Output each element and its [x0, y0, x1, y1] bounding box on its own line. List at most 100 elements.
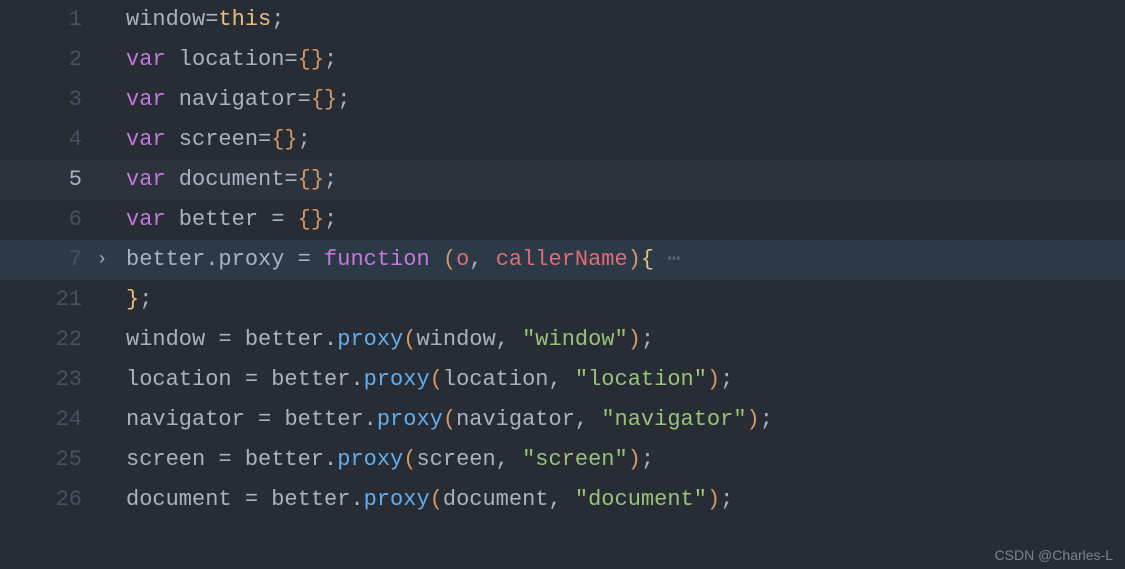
token: window	[126, 327, 218, 352]
token: window	[126, 7, 205, 32]
code-content[interactable]: navigator = better.proxy(navigator, "nav…	[114, 400, 773, 440]
code-content[interactable]: };	[114, 280, 152, 320]
token: (	[443, 407, 456, 432]
code-line[interactable]: 22window = better.proxy(window, "window"…	[0, 320, 1125, 360]
token: ;	[324, 167, 337, 192]
token: var	[126, 167, 166, 192]
code-line[interactable]: 6 var better = {};	[0, 200, 1125, 240]
line-number[interactable]: 25	[0, 440, 90, 480]
code-content[interactable]: window=this;	[114, 0, 284, 40]
line-number[interactable]: 6	[0, 200, 90, 240]
token: .	[350, 367, 363, 392]
token: ;	[298, 127, 311, 152]
token: .	[364, 407, 377, 432]
code-content[interactable]: var location={};	[114, 40, 337, 80]
token: ;	[720, 487, 733, 512]
token: better	[271, 367, 350, 392]
token: =	[205, 7, 218, 32]
token: ⋯	[654, 247, 680, 272]
token: location	[443, 367, 549, 392]
token: proxy	[364, 487, 430, 512]
line-number[interactable]: 26	[0, 480, 90, 520]
token: =	[284, 167, 297, 192]
code-line[interactable]: 3 var navigator={};	[0, 80, 1125, 120]
token: (	[403, 447, 416, 472]
code-content[interactable]: document = better.proxy(document, "docum…	[114, 480, 733, 520]
token: =	[218, 327, 244, 352]
token: =	[258, 407, 284, 432]
token: "screen"	[522, 447, 628, 472]
token: better	[284, 407, 363, 432]
line-number[interactable]: 4	[0, 120, 90, 160]
line-number[interactable]: 5	[0, 160, 90, 200]
token: this	[218, 7, 271, 32]
line-number[interactable]: 2	[0, 40, 90, 80]
token: =	[298, 247, 324, 272]
code-content[interactable]: var navigator={};	[114, 80, 350, 120]
token: ;	[271, 7, 284, 32]
code-content[interactable]: screen = better.proxy(screen, "screen");	[114, 440, 654, 480]
code-content[interactable]: var document={};	[114, 160, 337, 200]
token: {	[641, 247, 654, 272]
token: document	[443, 487, 549, 512]
line-number[interactable]: 3	[0, 80, 90, 120]
token: ;	[641, 327, 654, 352]
token: screen	[166, 127, 258, 152]
code-line[interactable]: 7›better.proxy = function (o, callerName…	[0, 240, 1125, 280]
token: better	[245, 327, 324, 352]
token: =	[245, 487, 271, 512]
line-number[interactable]: 24	[0, 400, 90, 440]
code-line[interactable]: 1 window=this;	[0, 0, 1125, 40]
code-editor[interactable]: 1window=this;2var location={};3var navig…	[0, 0, 1125, 520]
code-line[interactable]: 4 var screen={};	[0, 120, 1125, 160]
line-number[interactable]: 22	[0, 320, 90, 360]
code-content[interactable]: var screen={};	[114, 120, 311, 160]
token: {}	[298, 47, 324, 72]
token: .	[350, 487, 363, 512]
token: .	[324, 327, 337, 352]
token: ;	[760, 407, 773, 432]
line-number[interactable]: 7	[0, 240, 90, 280]
code-line[interactable]: 2 var location={};	[0, 40, 1125, 80]
token: var	[126, 87, 166, 112]
code-content[interactable]: window = better.proxy(window, "window");	[114, 320, 654, 360]
token: proxy	[337, 447, 403, 472]
token: {}	[298, 167, 324, 192]
token: ,	[469, 247, 495, 272]
token: proxy	[364, 367, 430, 392]
token: )	[747, 407, 760, 432]
line-number[interactable]: 23	[0, 360, 90, 400]
token: callerName	[496, 247, 628, 272]
token: {}	[271, 127, 297, 152]
token: (	[403, 327, 416, 352]
token: proxy	[337, 327, 403, 352]
token: "location"	[575, 367, 707, 392]
token: ,	[496, 447, 522, 472]
line-number[interactable]: 1	[0, 0, 90, 40]
token: )	[707, 487, 720, 512]
token: ;	[324, 47, 337, 72]
token: {}	[298, 207, 324, 232]
code-line[interactable]: 21};	[0, 280, 1125, 320]
token: )	[628, 247, 641, 272]
code-line[interactable]: 5 var document={};	[0, 160, 1125, 200]
token: document	[126, 487, 245, 512]
line-number[interactable]: 21	[0, 280, 90, 320]
code-line[interactable]: 23 location = better.proxy(location, "loc…	[0, 360, 1125, 400]
code-line[interactable]: 24 navigator = better.proxy(navigator, "n…	[0, 400, 1125, 440]
code-content[interactable]: location = better.proxy(location, "locat…	[114, 360, 733, 400]
token: ;	[720, 367, 733, 392]
token: navigator	[166, 87, 298, 112]
fold-toggle-icon[interactable]: ›	[90, 240, 114, 280]
token: better	[245, 447, 324, 472]
token: ;	[139, 287, 152, 312]
code-line[interactable]: 25 screen = better.proxy(screen, "screen"…	[0, 440, 1125, 480]
watermark: CSDN @Charles-L	[995, 547, 1113, 563]
token: .	[205, 247, 218, 272]
token: =	[271, 207, 297, 232]
code-line[interactable]: 26 document = better.proxy(document, "doc…	[0, 480, 1125, 520]
code-content[interactable]: var better = {};	[114, 200, 337, 240]
token: ,	[575, 407, 601, 432]
token: "navigator"	[601, 407, 746, 432]
code-content[interactable]: better.proxy = function (o, callerName){…	[114, 240, 681, 280]
